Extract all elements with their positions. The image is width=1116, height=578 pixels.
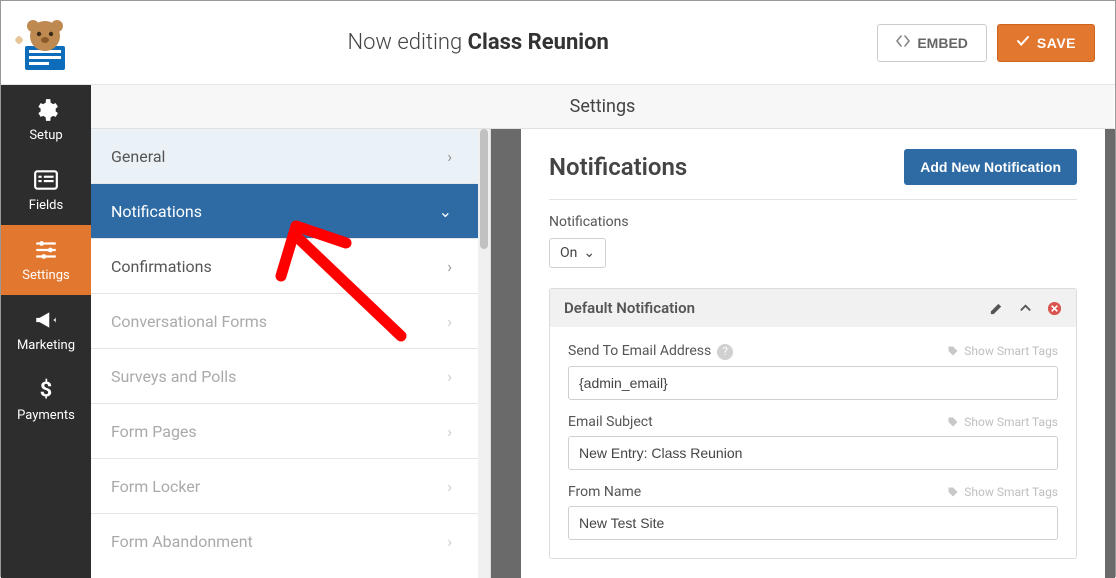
settings-item-form-locker[interactable]: Form Locker ›: [91, 459, 478, 514]
settings-sections-list: General › Notifications ⌄ Confirmations …: [91, 129, 491, 578]
sidebar-label-marketing: Marketing: [17, 338, 75, 353]
chevron-right-icon: ›: [447, 422, 452, 441]
subheader-text: Settings: [570, 96, 636, 117]
email-subject-label: Email Subject: [568, 414, 653, 430]
app-logo: [11, 12, 79, 74]
editing-title: Class Reunion: [468, 30, 609, 55]
save-button[interactable]: SAVE: [997, 24, 1095, 62]
settings-item-form-abandonment[interactable]: Form Abandonment ›: [91, 514, 478, 569]
settings-item-surveys[interactable]: Surveys and Polls ›: [91, 349, 478, 404]
bear-logo-icon: [11, 12, 79, 74]
embed-button[interactable]: EMBED: [877, 24, 987, 62]
smart-tags-label: Show Smart Tags: [964, 344, 1058, 358]
show-smart-tags-link[interactable]: Show Smart Tags: [947, 344, 1058, 358]
email-subject-input[interactable]: [568, 436, 1058, 470]
tag-icon: [947, 486, 959, 498]
bullhorn-icon: [33, 307, 59, 333]
settings-item-confirmations[interactable]: Confirmations ›: [91, 239, 478, 294]
field-send-to: Send To Email Address? Show Smart Tags: [568, 343, 1058, 400]
chevron-down-icon: ⌄: [439, 202, 452, 221]
help-icon[interactable]: ?: [717, 344, 733, 360]
from-name-input[interactable]: [568, 506, 1058, 540]
show-smart-tags-link[interactable]: Show Smart Tags: [947, 415, 1058, 429]
sliders-icon: [33, 237, 59, 263]
settings-label-form-locker: Form Locker: [111, 477, 200, 496]
sidebar-item-settings[interactable]: Settings: [1, 225, 91, 295]
code-icon: [896, 34, 910, 51]
settings-label-surveys: Surveys and Polls: [111, 367, 236, 386]
settings-label-notifications: Notifications: [111, 202, 202, 221]
field-from-name: From Name Show Smart Tags: [568, 484, 1058, 540]
panel-title: Notifications: [549, 153, 687, 181]
embed-label: EMBED: [917, 35, 968, 51]
editing-label: Now editing Class Reunion: [79, 30, 877, 55]
from-name-label: From Name: [568, 484, 641, 500]
settings-item-conversational[interactable]: Conversational Forms ›: [91, 294, 478, 349]
sidebar-item-fields[interactable]: Fields: [1, 155, 91, 225]
notification-card-header: Default Notification: [550, 289, 1076, 327]
send-to-input[interactable]: [568, 366, 1058, 400]
settings-label-conversational: Conversational Forms: [111, 312, 267, 331]
chevron-up-icon[interactable]: [1018, 301, 1033, 316]
notifications-toggle-label: Notifications: [549, 214, 1077, 230]
send-to-label: Send To Email Address?: [568, 343, 733, 360]
show-smart-tags-link[interactable]: Show Smart Tags: [947, 485, 1058, 499]
close-icon[interactable]: [1047, 301, 1062, 316]
check-icon: [1016, 34, 1030, 51]
settings-label-form-pages: Form Pages: [111, 422, 197, 441]
sidebar-item-payments[interactable]: $ Payments: [1, 365, 91, 435]
smart-tags-label: Show Smart Tags: [964, 485, 1058, 499]
chevron-right-icon: ›: [447, 147, 452, 166]
gear-icon: [33, 97, 59, 123]
sidebar-label-setup: Setup: [29, 128, 62, 143]
chevron-right-icon: ›: [447, 532, 452, 551]
notification-card: Default Notification Send To Email Addre…: [549, 288, 1077, 559]
settings-item-form-pages[interactable]: Form Pages ›: [91, 404, 478, 459]
chevron-right-icon: ›: [447, 312, 452, 331]
tag-icon: [947, 345, 959, 357]
notifications-panel: Notifications Add New Notification Notif…: [521, 129, 1105, 578]
dollar-icon: $: [33, 377, 59, 403]
card-header-actions: [989, 301, 1062, 316]
sidebar-item-setup[interactable]: Setup: [1, 85, 91, 155]
settings-item-general[interactable]: General ›: [91, 129, 478, 184]
notifications-toggle-select[interactable]: On ⌄: [549, 238, 606, 268]
field-email-subject: Email Subject Show Smart Tags: [568, 414, 1058, 470]
top-bar: Now editing Class Reunion EMBED SAVE: [1, 1, 1115, 85]
sidebar-label-payments: Payments: [17, 408, 75, 423]
smart-tags-label: Show Smart Tags: [964, 415, 1058, 429]
settings-item-notifications[interactable]: Notifications ⌄: [91, 184, 478, 239]
svg-text:$: $: [40, 378, 52, 403]
page-subheader: Settings: [91, 85, 1114, 129]
chevron-right-icon: ›: [447, 367, 452, 386]
list-icon: [33, 167, 59, 193]
panel-header: Notifications Add New Notification: [549, 149, 1077, 199]
sidebar-label-fields: Fields: [29, 198, 63, 213]
chevron-right-icon: ›: [447, 477, 452, 496]
pencil-icon[interactable]: [989, 301, 1004, 316]
notification-card-title: Default Notification: [564, 299, 695, 317]
tag-icon: [947, 416, 959, 428]
chevron-right-icon: ›: [447, 257, 452, 276]
sidebar-label-settings: Settings: [22, 268, 69, 283]
save-label: SAVE: [1037, 35, 1076, 51]
chevron-down-icon: ⌄: [583, 245, 595, 261]
scrollbar[interactable]: [478, 129, 490, 578]
topbar-actions: EMBED SAVE: [877, 24, 1095, 62]
settings-label-general: General: [111, 147, 165, 166]
main-column: Notifications Add New Notification Notif…: [491, 129, 1115, 578]
notifications-toggle-value: On: [560, 245, 577, 261]
settings-label-confirmations: Confirmations: [111, 257, 212, 276]
settings-label-form-abandonment: Form Abandonment: [111, 532, 253, 551]
notification-card-body: Send To Email Address? Show Smart Tags E…: [550, 327, 1076, 558]
add-notification-button[interactable]: Add New Notification: [904, 149, 1077, 185]
editing-prefix: Now editing: [347, 30, 467, 55]
sidebar-item-marketing[interactable]: Marketing: [1, 295, 91, 365]
primary-sidebar: Setup Fields Settings Marketing $ Paymen…: [1, 85, 91, 578]
divider: [549, 199, 1077, 200]
